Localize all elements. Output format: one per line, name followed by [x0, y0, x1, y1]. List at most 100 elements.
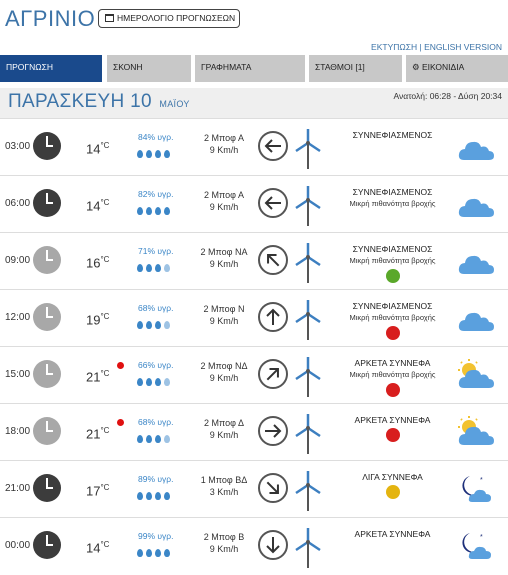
sunrise-sunset: Ανατολή: 06:28 - Δύση 20:34	[393, 91, 502, 101]
humidity-drop-icon	[137, 150, 143, 158]
sun-cloud-icon	[456, 415, 496, 454]
tab-stations-label: ΣΤΑΘΜΟΙ [1]	[315, 62, 365, 72]
condition-label: ΣΥΝΝΕΦΙΑΣΜΕΝΟΣ	[352, 130, 433, 140]
wind-direction-icon	[258, 416, 288, 446]
tab-dust-label: ΣΚΟΝΗ	[113, 62, 143, 72]
cloud-icon	[456, 244, 496, 283]
forecast-row: 06:00 14°C 82% υγρ. 2 Μποφ Α 9 Km/h ΣΥΝΝΕΦΙΑΣ…	[0, 175, 508, 232]
humidity-drop-icon	[155, 378, 161, 386]
calendar-button-label: ΗΜΕΡΟΛΟΓΙΟ ΠΡΟΓΝΩΣΕΩΝ	[117, 13, 236, 23]
wind-direction-icon	[258, 131, 288, 161]
humidity-drop-icon	[155, 207, 161, 215]
rain-chance-note: Μικρή πιθανότητα βροχής	[349, 370, 436, 379]
condition-label: ΑΡΚΕΤΑ ΣΥΝΝΕΦΑ	[354, 529, 431, 539]
humidity-drop-icon	[155, 150, 161, 158]
humidity: 84% υγρ.	[138, 132, 174, 142]
wind-info: 2 Μποφ ΝΔ 9 Km/h	[198, 360, 250, 384]
wind-turbine-icon	[294, 412, 322, 461]
tab-charts[interactable]: ΓΡΑΦΗΜΑΤΑ	[195, 55, 305, 82]
temperature-value: 21	[86, 426, 101, 442]
print-english-links[interactable]: ΕΚΤΥΠΩΣΗ | ENGLISH VERSION	[371, 42, 502, 52]
humidity-drop-icon	[146, 150, 152, 158]
humidity: 68% υγρ.	[138, 417, 174, 427]
tab-stations[interactable]: ΣΤΑΘΜΟΙ [1]	[309, 55, 402, 82]
wind-direction-icon	[258, 359, 288, 389]
temperature-unit: °C	[100, 312, 110, 321]
humidity-drops	[137, 544, 173, 557]
forecast-row: 12:00 19°C 68% υγρ. 2 Μποφ Ν 9 Km/h ΣΥΝΝΕΦΙΑΣ…	[0, 289, 508, 346]
humidity-drop-icon	[164, 264, 170, 272]
tab-icons[interactable]: ⚙ ΕΙΚΟΝΙΔΙΑ	[406, 55, 508, 82]
humidity-drops	[137, 430, 173, 443]
wind-info: 2 Μποφ ΝΑ 9 Km/h	[198, 246, 250, 270]
condition: ΑΡΚΕΤΑ ΣΥΝΝΕΦΑ	[330, 414, 455, 442]
wind-speed: 3 Km/h	[209, 487, 239, 497]
humidity-drops	[137, 145, 173, 158]
forecast-row: 03:00 14°C 84% υγρ. 2 Μποφ Α 9 Km/h ΣΥΝΝΕΦΙΑΣ…	[0, 118, 508, 175]
humidity-drop-icon	[155, 321, 161, 329]
humidity-drop-icon	[137, 435, 143, 443]
condition: ΑΡΚΕΤΑ ΣΥΝΝΕΦΑ	[330, 528, 455, 540]
temperature-unit: °C	[100, 540, 110, 549]
humidity-drop-icon	[164, 207, 170, 215]
wind-turbine-icon	[294, 127, 322, 176]
wind-turbine-icon	[294, 355, 322, 404]
uv-badge-icon	[385, 326, 400, 340]
humidity-drops	[137, 316, 173, 329]
wind-speed: 9 Km/h	[209, 373, 239, 383]
humidity-drop-icon	[137, 549, 143, 557]
condition-label: ΣΥΝΝΕΦΙΑΣΜΕΝΟΣ	[352, 244, 433, 254]
rain-chance-note: Μικρή πιθανότητα βροχής	[349, 256, 436, 265]
humidity-drop-icon	[155, 549, 161, 557]
humidity-drop-icon	[164, 435, 170, 443]
humidity-drop-icon	[155, 264, 161, 272]
day-name: ΠΑΡΑΣΚΕΥΗ 10	[8, 91, 152, 112]
clock-icon	[33, 474, 61, 502]
rain-chance-note: Μικρή πιθανότητα βροχής	[349, 313, 436, 322]
temperature: 14°C	[86, 198, 109, 213]
humidity-drop-icon	[137, 264, 143, 272]
condition: ΑΡΚΕΤΑ ΣΥΝΝΕΦΑ Μικρή πιθανότητα βροχής	[330, 357, 455, 397]
tab-dust[interactable]: ΣΚΟΝΗ	[107, 55, 191, 82]
tab-forecast[interactable]: ΠΡΟΓΝΩΣΗ	[0, 55, 102, 82]
page-header: ΑΓΡΙΝΙΟ ΗΜΕΡΟΛΟΓΙΟ ΠΡΟΓΝΩΣΕΩΝ ΕΚΤΥΠΩΣΗ |…	[0, 0, 508, 54]
wind-info: 2 Μποφ Α 9 Km/h	[198, 189, 250, 213]
clock-icon	[33, 417, 61, 445]
humidity: 71% υγρ.	[138, 246, 174, 256]
humidity: 99% υγρ.	[138, 531, 174, 541]
condition-label: ΑΡΚΕΤΑ ΣΥΝΝΕΦΑ	[354, 358, 431, 368]
sun-cloud-icon	[456, 358, 496, 397]
wind-speed: 9 Km/h	[209, 430, 239, 440]
humidity-drops	[137, 487, 173, 500]
heat-alert-dot	[117, 362, 124, 369]
moon-cloud-icon: *	[456, 529, 496, 568]
wind-speed: 9 Km/h	[209, 316, 239, 326]
temperature: 21°C	[86, 369, 109, 384]
temperature-value: 17	[86, 483, 101, 499]
humidity-drop-icon	[155, 435, 161, 443]
condition: ΣΥΝΝΕΦΙΑΣΜΕΝΟΣ Μικρή πιθανότητα βροχής	[330, 243, 455, 283]
gear-icon: ⚙	[412, 62, 422, 72]
tab-icons-label: ΕΙΚΟΝΙΔΙΑ	[421, 62, 465, 72]
humidity-drop-icon	[146, 264, 152, 272]
temperature-unit: °C	[100, 483, 110, 492]
wind-direction-icon	[258, 245, 288, 275]
forecast-calendar-button[interactable]: ΗΜΕΡΟΛΟΓΙΟ ΠΡΟΓΝΩΣΕΩΝ	[98, 9, 240, 28]
temperature-value: 21	[86, 369, 101, 385]
temperature-value: 19	[86, 312, 101, 328]
condition: ΣΥΝΝΕΦΙΑΣΜΕΝΟΣ	[330, 129, 455, 141]
cloud-icon	[456, 301, 496, 340]
wind-direction-icon	[258, 473, 288, 503]
forecast-time: 15:00	[5, 369, 31, 380]
forecast-row: 09:00 16°C 71% υγρ. 2 Μποφ ΝΑ 9 Km/h ΣΥΝΝΕΦΙΑ…	[0, 232, 508, 289]
day-header: ΠΑΡΑΣΚΕΥΗ 10 ΜΑΪΟΥ Ανατολή: 06:28 - Δύση…	[0, 88, 508, 118]
temperature: 16°C	[86, 255, 109, 270]
condition-label: ΣΥΝΝΕΦΙΑΣΜΕΝΟΣ	[352, 301, 433, 311]
day-month: ΜΑΪΟΥ	[159, 99, 190, 109]
condition-label: ΑΡΚΕΤΑ ΣΥΝΝΕΦΑ	[354, 415, 431, 425]
day-title: ΠΑΡΑΣΚΕΥΗ 10 ΜΑΪΟΥ	[8, 91, 190, 113]
wind-beaufort: 2 Μποφ Β	[203, 532, 245, 542]
humidity-drop-icon	[137, 492, 143, 500]
forecast-row: 21:00 17°C 89% υγρ. 1 Μποφ ΒΔ 3 Km/h ΛΙΓΑ ΣΥΝ…	[0, 460, 508, 517]
temperature-value: 14	[86, 540, 101, 556]
